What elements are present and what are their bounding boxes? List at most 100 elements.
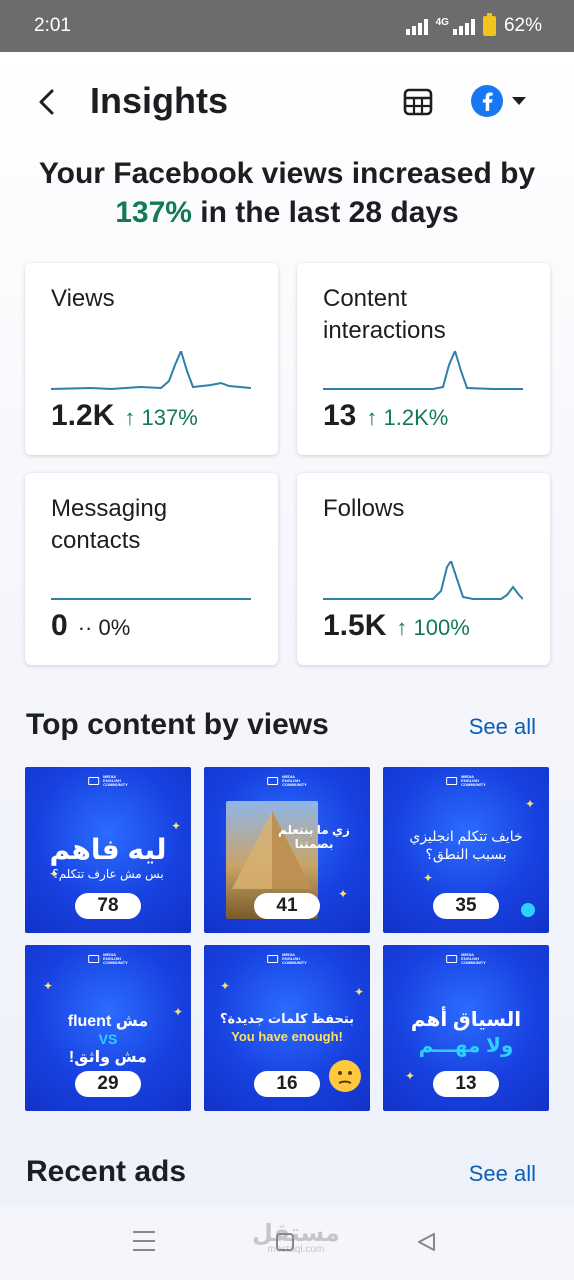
status-icons: 4G 62%: [405, 13, 542, 37]
insights-page: Insights Your Facebook views increased b…: [0, 52, 574, 1207]
sparkle-icon: ✦: [220, 979, 231, 993]
views-count-badge: 35: [433, 893, 499, 919]
brand-logo: MEDIA ENGLISH COMMUNITY: [446, 775, 486, 787]
top-content-post[interactable]: MEDIA ENGLISH COMMUNITY ✦ ✦ مش fluent VS م…: [25, 945, 191, 1111]
card-delta-value: 1.2K%: [383, 405, 449, 430]
sparkle-icon: ✦: [354, 985, 365, 999]
top-content-post[interactable]: MEDIA ENGLISH COMMUNITY ✦ ✦ خايف تتكلم انج…: [383, 767, 549, 933]
post-subcaption: You have enough!: [231, 1029, 343, 1044]
top-content-post[interactable]: MEDIA ENGLISH COMMUNITY زي ما بنتعلم بصمتن…: [204, 767, 370, 933]
watermark-text: مستقل: [252, 1220, 340, 1247]
recent-ads-see-all-link[interactable]: See all: [469, 1161, 536, 1187]
headline-prefix: Your Facebook views increased by: [38, 157, 536, 190]
sparkle-icon: ✦: [525, 797, 536, 811]
home-button[interactable]: [276, 1233, 294, 1251]
nav-back-button[interactable]: [416, 1232, 436, 1252]
thinking-face-icon: [329, 1060, 361, 1092]
post-caption: السياق أهم: [410, 1009, 522, 1031]
recent-apps-button[interactable]: [133, 1231, 155, 1258]
chevron-left-icon: [39, 89, 54, 115]
follows-card[interactable]: Follows 1.5K ↑ 100%: [297, 473, 550, 665]
brand-logo: MEDIA ENGLISH COMMUNITY: [88, 775, 128, 787]
post-caption: مش fluent: [67, 1013, 149, 1030]
views-count-badge: 78: [75, 893, 141, 919]
sparkle-icon: ✦: [423, 871, 434, 885]
top-content-title: Top content by views: [26, 708, 329, 741]
top-content-post[interactable]: MEDIA ENGLISH COMMUNITY ✦ السياق أهم ولا م…: [383, 945, 549, 1111]
post-subcaption: بس مش عارف تتكلم؟: [52, 867, 164, 881]
post-caption: ليه فاهم: [49, 834, 167, 865]
caret-down-icon: [512, 97, 526, 105]
card-delta: ↑ 137%: [124, 405, 197, 431]
status-time: 2:01: [34, 15, 71, 36]
card-stats: 1.2K ↑ 137%: [51, 399, 198, 433]
card-value: 13: [323, 399, 357, 432]
card-delta: ↑ 100%: [396, 615, 469, 641]
views-count-badge: 29: [75, 1071, 141, 1097]
brand-logo: MEDIA ENGLISH COMMUNITY: [267, 953, 307, 965]
post-subcaption-2: مش واثق!: [68, 1049, 148, 1066]
arrow-up-icon: ↑: [124, 405, 136, 430]
table-grid-icon: [403, 88, 433, 116]
content-interactions-card[interactable]: Content interactions 13 ↑ 1.2K%: [297, 263, 550, 455]
sparkle-icon: ✦: [338, 887, 349, 901]
signal-icon-2: [452, 17, 475, 35]
card-delta: ·· 0%: [78, 615, 131, 641]
watermark-logo: مستقل mostaql.com: [252, 1219, 340, 1255]
card-delta-value: 0%: [98, 615, 131, 640]
messaging-sparkline: [51, 598, 251, 600]
system-navigation-bar: مستقل mostaql.com: [0, 1207, 574, 1280]
card-value: 0: [51, 609, 68, 642]
post-caption: بتحفظ كلمات جديدة؟: [219, 1011, 355, 1026]
brand-logo: MEDIA ENGLISH COMMUNITY: [88, 953, 128, 965]
facebook-icon: [471, 85, 503, 117]
card-delta-value: 100%: [413, 615, 470, 640]
account-switcher[interactable]: [470, 84, 526, 118]
views-headline: Your Facebook views increased by 137% in…: [20, 154, 554, 232]
card-label: Content interactions: [323, 285, 446, 344]
page-title: Insights: [90, 80, 229, 121]
battery-icon: [482, 13, 496, 36]
signal-icon: [405, 17, 428, 35]
card-stats: 1.5K ↑ 100%: [323, 609, 470, 643]
arrow-up-icon: ↑: [396, 615, 408, 640]
card-stats: 0 ·· 0%: [51, 609, 130, 643]
recent-ads-title: Recent ads: [26, 1155, 187, 1188]
dots-neutral-icon: ··: [77, 615, 93, 640]
post-caption: زي ما بنتعلم بصمتنا: [278, 823, 350, 851]
sparkle-icon: ✦: [171, 819, 182, 833]
status-bar: 2:01 4G 62%: [0, 0, 574, 52]
back-button[interactable]: [36, 84, 60, 120]
sparkle-icon: ✦: [43, 979, 54, 993]
interactions-sparkline: [323, 351, 523, 390]
top-content-post[interactable]: MEDIA ENGLISH COMMUNITY ✦ ✦ بتحفظ كلمات جد…: [204, 945, 370, 1111]
views-count-badge: 16: [254, 1071, 320, 1097]
top-content-post[interactable]: MEDIA ENGLISH COMMUNITY ✦ ✦ ليه فاهم بس مش…: [25, 767, 191, 933]
post-caption: خايف تتكلم انجليزي بسبب النطق؟: [409, 828, 523, 862]
brand-logo: MEDIA ENGLISH COMMUNITY: [446, 953, 486, 965]
card-label: Views: [51, 285, 115, 312]
sparkle-icon: ✦: [405, 1069, 416, 1083]
post-subcaption: VS: [98, 1031, 118, 1047]
card-label: Messaging contacts: [51, 495, 168, 554]
card-delta-value: 137%: [141, 405, 198, 430]
card-value: 1.5K: [323, 609, 387, 642]
app-header: Insights: [0, 72, 574, 132]
views-sparkline: [51, 351, 251, 391]
brand-logo: MEDIA ENGLISH COMMUNITY: [267, 775, 307, 787]
card-delta: ↑ 1.2K%: [366, 405, 448, 431]
headline-percent: 137%: [115, 196, 192, 229]
headline-suffix: in the last 28 days: [191, 196, 459, 229]
views-card[interactable]: Views 1.2K ↑ 137%: [25, 263, 278, 455]
card-stats: 13 ↑ 1.2K%: [323, 399, 448, 433]
card-label: Follows: [323, 495, 405, 522]
network-type: 4G: [435, 17, 449, 28]
messaging-contacts-card[interactable]: Messaging contacts 0 ·· 0%: [25, 473, 278, 665]
top-content-see-all-link[interactable]: See all: [469, 714, 536, 740]
post-subcaption: ولا مهـــم: [418, 1035, 514, 1057]
arrow-up-icon: ↑: [366, 405, 378, 430]
follows-sparkline: [323, 561, 523, 600]
table-view-button[interactable]: [400, 84, 436, 120]
arrow-circle-icon: [521, 903, 535, 917]
card-value: 1.2K: [51, 399, 115, 432]
